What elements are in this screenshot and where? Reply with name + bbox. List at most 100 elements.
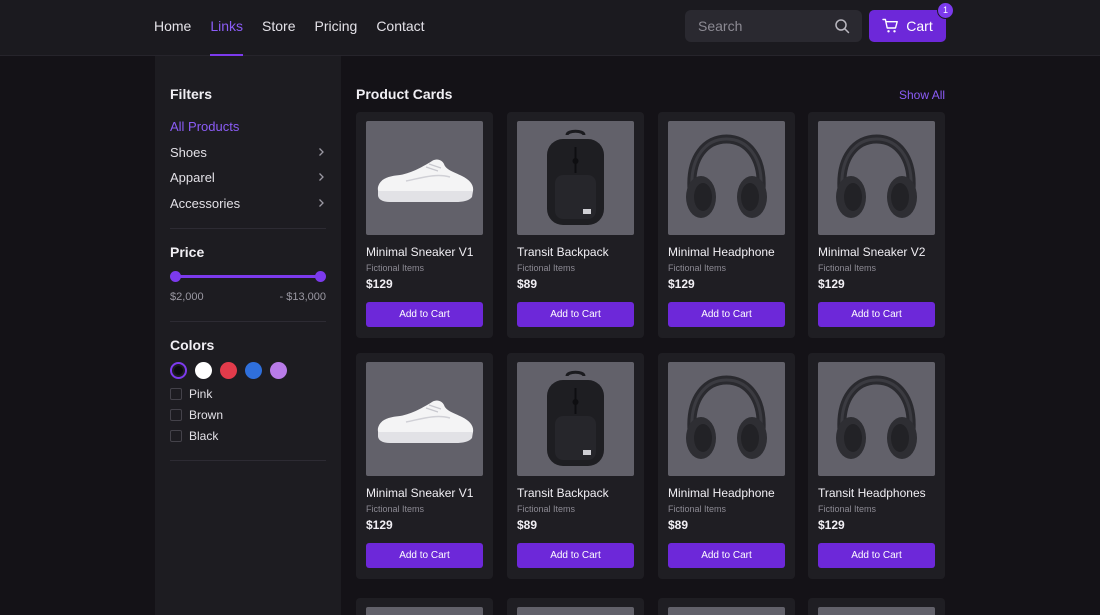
cart-button[interactable]: Cart <box>869 10 946 42</box>
product-price: $129 <box>818 518 845 532</box>
add-to-cart-button[interactable]: Add to Cart <box>818 543 935 568</box>
add-to-cart-button[interactable]: Add to Cart <box>668 543 785 568</box>
backpack-image <box>547 370 604 466</box>
product-price: $129 <box>818 277 845 291</box>
category-shoes[interactable]: Shoes <box>170 142 326 162</box>
product-card[interactable]: Transit Backpack Fictional Items $89 Add to… <box>507 112 644 338</box>
color-swatches <box>170 362 287 379</box>
checkbox[interactable] <box>170 430 182 442</box>
cart-count-badge: 1 <box>937 2 954 19</box>
product-name: Transit Backpack <box>517 245 609 259</box>
product-name: Minimal Sneaker V1 <box>366 486 474 500</box>
main-nav: Home Links Store Pricing Contact <box>154 0 444 56</box>
product-card[interactable]: Minimal Sneaker V1 Fictional Items $129 Add… <box>356 112 493 338</box>
product-category: Fictional Items <box>366 504 425 514</box>
headphone-image <box>686 375 767 459</box>
sneaker-image <box>377 400 474 443</box>
nav-home-link[interactable]: Home <box>154 0 191 56</box>
product-price: $129 <box>366 277 393 291</box>
product-category: Fictional Items <box>668 263 727 273</box>
sneaker-image <box>377 159 474 202</box>
price-max-handle[interactable] <box>315 271 326 282</box>
filters-title: Filters <box>170 86 213 102</box>
price-title: Price <box>170 244 205 260</box>
chevron-right-icon <box>319 199 324 207</box>
price-min-handle[interactable] <box>170 271 181 282</box>
add-to-cart-button[interactable]: Add to Cart <box>366 543 483 568</box>
colors-title: Colors <box>170 337 215 353</box>
cart-label: Cart <box>906 18 933 34</box>
product-card[interactable]: Minimal Sneaker V1 Fictional Items $129 Add… <box>356 353 493 579</box>
product-category: Fictional Items <box>517 504 576 514</box>
price-range-track[interactable] <box>175 275 321 278</box>
product-image <box>366 607 483 615</box>
product-card-partial[interactable] <box>658 598 795 615</box>
product-image[interactable] <box>818 121 935 235</box>
product-name: Transit Backpack <box>517 486 609 500</box>
category-apparel[interactable]: Apparel <box>170 167 326 187</box>
checkbox[interactable] <box>170 388 182 400</box>
product-name: Minimal Sneaker V1 <box>366 245 474 259</box>
color-option-brown[interactable]: Brown <box>170 407 223 423</box>
product-image[interactable] <box>517 362 634 476</box>
product-image[interactable] <box>668 121 785 235</box>
nav-store-link[interactable]: Store <box>262 0 295 56</box>
product-card[interactable]: Transit Backpack Fictional Items $89 Add to… <box>507 353 644 579</box>
product-card[interactable]: Minimal Sneaker V2 Fictional Items $129 Add… <box>808 112 945 338</box>
add-to-cart-button[interactable]: Add to Cart <box>366 302 483 327</box>
product-price: $129 <box>668 277 695 291</box>
product-card-partial[interactable] <box>356 598 493 615</box>
product-card-partial[interactable] <box>808 598 945 615</box>
product-image <box>818 607 935 615</box>
add-to-cart-button[interactable]: Add to Cart <box>668 302 785 327</box>
product-image <box>668 607 785 615</box>
nav-contact-link[interactable]: Contact <box>376 0 424 56</box>
checkbox-label: Black <box>189 429 219 443</box>
headphone-image <box>836 134 917 218</box>
product-category: Fictional Items <box>818 504 877 514</box>
product-image <box>517 607 634 615</box>
color-swatch-white[interactable] <box>195 362 212 379</box>
divider <box>170 228 326 229</box>
product-price: $129 <box>366 518 393 532</box>
chevron-right-icon <box>319 148 324 156</box>
color-swatch-black[interactable] <box>170 362 187 379</box>
headphone-image <box>836 375 917 459</box>
search-icon[interactable] <box>834 18 850 34</box>
checkbox-label: Pink <box>189 387 213 401</box>
category-all-products[interactable]: All Products <box>170 116 326 136</box>
nav-links-link[interactable]: Links <box>210 0 243 56</box>
category-accessories[interactable]: Accessories <box>170 193 326 213</box>
product-card[interactable]: Minimal Headphone Fictional Items $129 Add … <box>658 112 795 338</box>
product-name: Minimal Sneaker V2 <box>818 245 926 259</box>
color-option-pink[interactable]: Pink <box>170 386 212 402</box>
add-to-cart-button[interactable]: Add to Cart <box>517 302 634 327</box>
product-name: Minimal Headphone <box>668 486 775 500</box>
color-swatch-red[interactable] <box>220 362 237 379</box>
product-image[interactable] <box>818 362 935 476</box>
product-image[interactable] <box>366 362 483 476</box>
product-image[interactable] <box>668 362 785 476</box>
add-to-cart-button[interactable]: Add to Cart <box>517 543 634 568</box>
color-swatch-blue[interactable] <box>245 362 262 379</box>
product-category: Fictional Items <box>668 504 727 514</box>
product-image[interactable] <box>517 121 634 235</box>
search-box <box>685 10 862 42</box>
nav-pricing-link[interactable]: Pricing <box>315 0 358 56</box>
product-card-partial[interactable] <box>507 598 644 615</box>
search-input[interactable] <box>685 10 825 42</box>
product-card[interactable]: Transit Headphones Fictional Items $129 Add… <box>808 353 945 579</box>
product-category: Fictional Items <box>517 263 576 273</box>
product-card[interactable]: Minimal Headphone Fictional Items $89 Add t… <box>658 353 795 579</box>
color-swatch-purple[interactable] <box>270 362 287 379</box>
add-to-cart-button[interactable]: Add to Cart <box>818 302 935 327</box>
product-price: $89 <box>517 518 538 532</box>
filters-sidebar: Filters All Products Shoes Apparel Acces… <box>155 56 341 615</box>
show-all-link[interactable]: Show All <box>899 88 945 102</box>
cart-icon <box>882 18 899 33</box>
product-price: $89 <box>517 277 538 291</box>
color-option-black[interactable]: Black <box>170 428 218 444</box>
chevron-right-icon <box>319 173 324 181</box>
checkbox[interactable] <box>170 409 182 421</box>
product-image[interactable] <box>366 121 483 235</box>
